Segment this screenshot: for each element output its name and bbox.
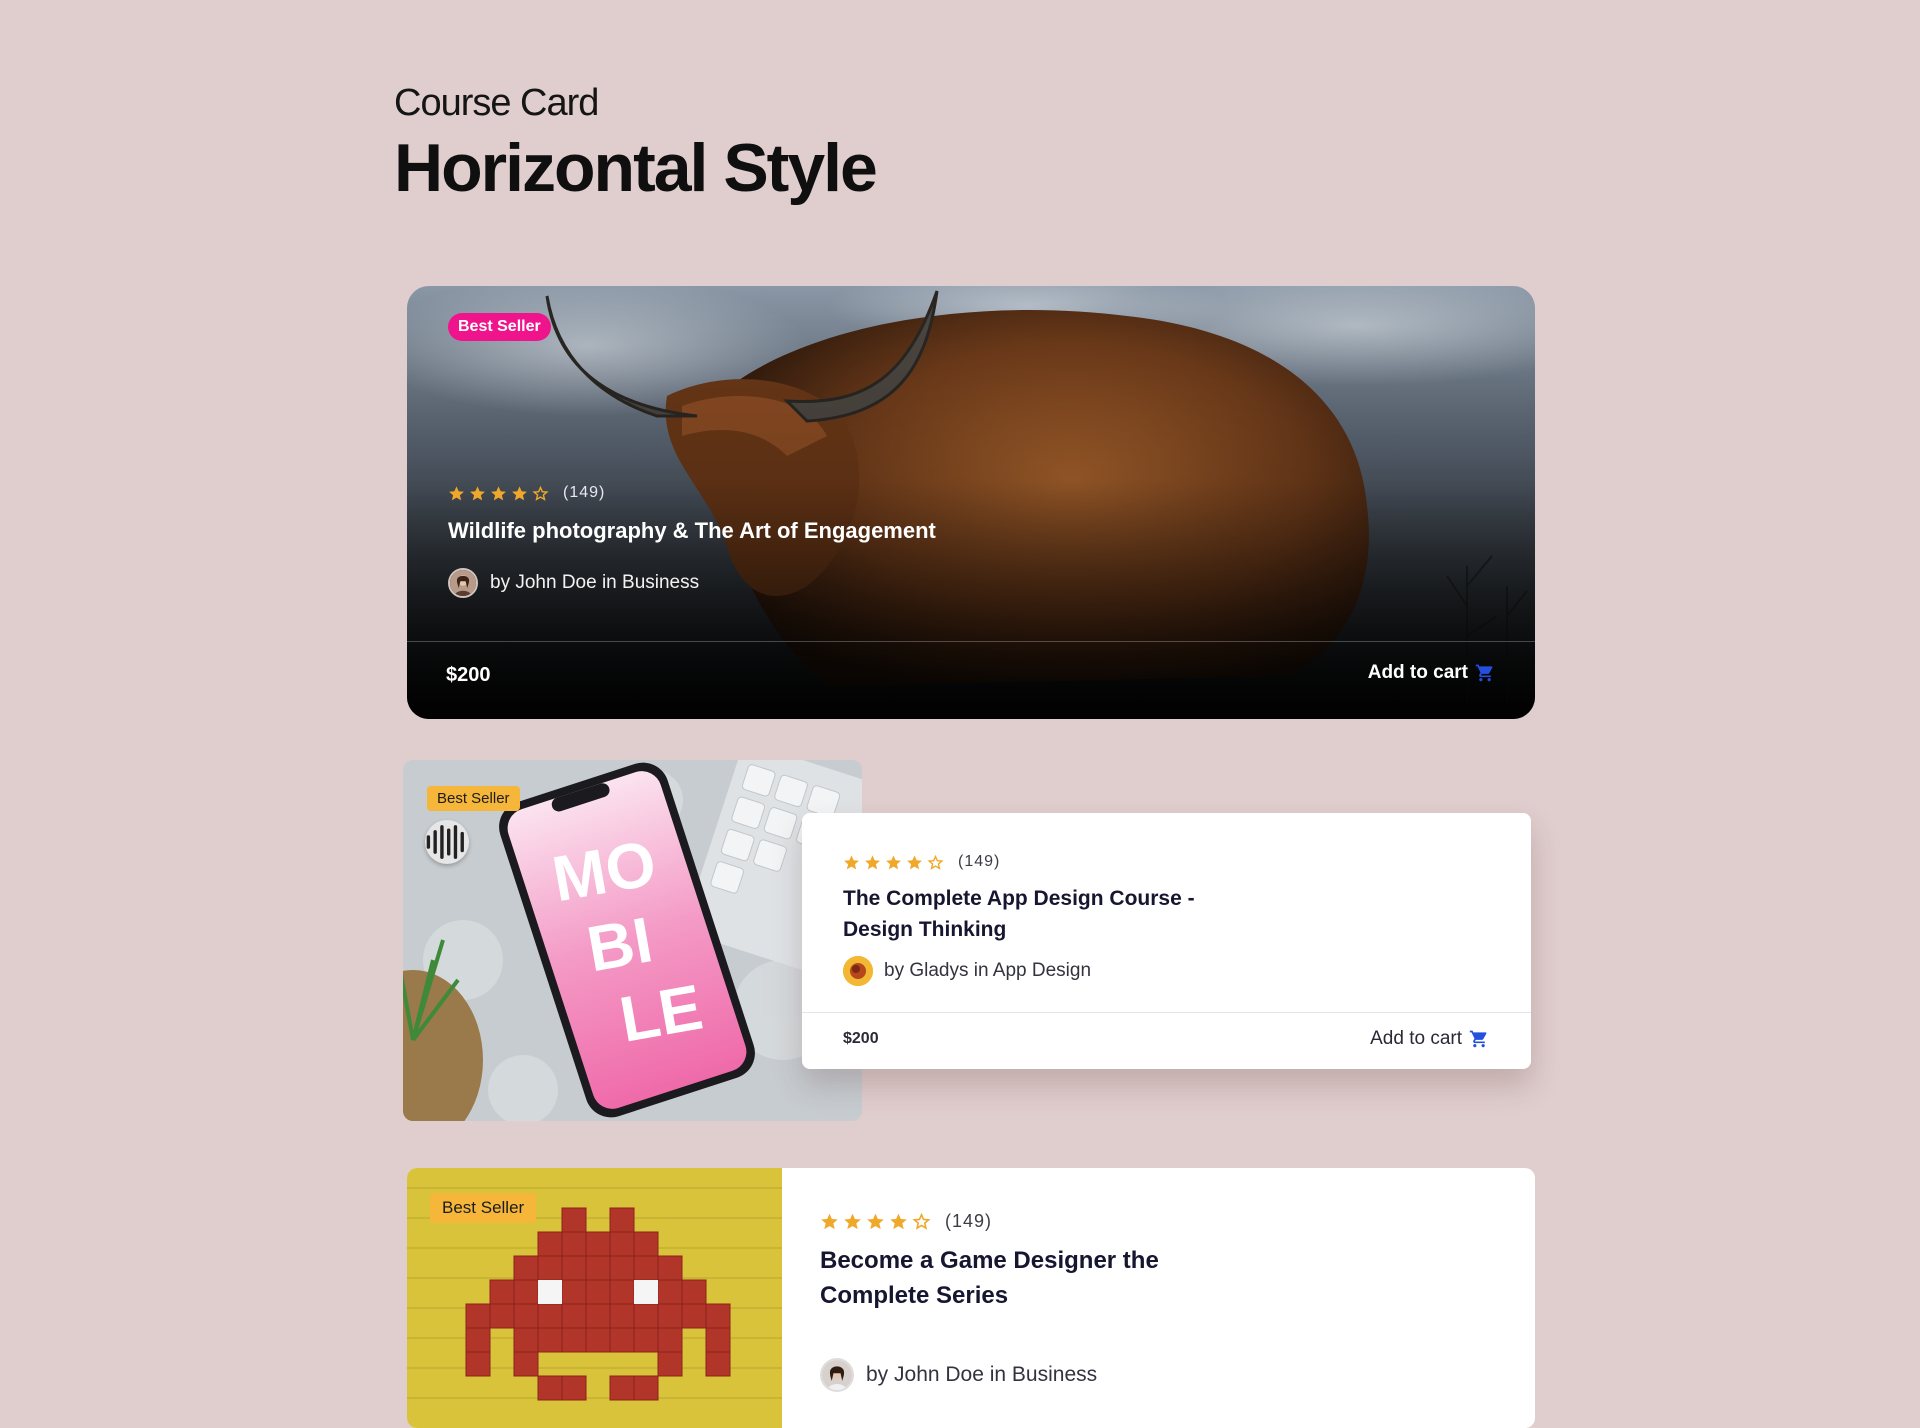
course-card-wildlife[interactable]: Best Seller (149) Wildlife photography &… [407, 286, 1535, 719]
rating-stars: (149) [820, 1211, 992, 1232]
rating-stars: (149) [448, 484, 605, 502]
author-byline: by John Doe in Business [866, 1363, 1098, 1386]
author-byline: by Gladys in App Design [884, 960, 1092, 981]
course-image-pixel-invader: Best Seller [407, 1168, 782, 1428]
author-byline: by John Doe in Business [490, 572, 700, 593]
page-title: Horizontal Style [394, 130, 878, 206]
course-image-mobile: MO BI LE Best Seller [403, 760, 862, 1121]
course-card-game-designer[interactable]: Best Seller (149) Become a Game Designer… [407, 1168, 1535, 1428]
add-to-cart-button[interactable]: Add to cart [1370, 1028, 1489, 1050]
star-icon [865, 854, 880, 869]
course-card-app-design[interactable]: (149) The Complete App Design Course - D… [802, 813, 1531, 1069]
best-seller-badge: Best Seller [448, 313, 551, 341]
star-icon [512, 485, 527, 500]
author-row: by Gladys in App Design [843, 956, 1091, 986]
star-icon [844, 854, 859, 869]
course-title[interactable]: Wildlife photography & The Art of Engage… [448, 518, 936, 544]
audio-button[interactable] [425, 820, 469, 864]
rating-stars: (149) [843, 853, 1000, 871]
best-seller-badge: Best Seller [430, 1193, 537, 1223]
shopping-cart-icon [1469, 1030, 1487, 1048]
page-eyebrow: Course Card [394, 82, 599, 124]
star-icon [844, 1213, 861, 1230]
author-row: by John Doe in Business [448, 568, 699, 598]
course-image-highland-cow [407, 286, 1535, 719]
page-header: Course Card Horizontal Style [394, 82, 878, 206]
card-divider [802, 1012, 1531, 1013]
add-to-cart-label: Add to cart [1370, 1028, 1462, 1049]
star-icon [890, 1213, 907, 1230]
star-outline-icon [927, 854, 944, 870]
soundwave-icon [426, 825, 464, 859]
price: $200 [446, 664, 491, 686]
star-icon [907, 854, 922, 869]
course-title[interactable]: Become a Game Designer the Complete Seri… [820, 1243, 1200, 1313]
add-to-cart-label: Add to cart [1367, 662, 1468, 683]
star-outline-icon [532, 485, 549, 501]
rating-count: (149) [563, 484, 606, 501]
add-to-cart-button[interactable]: Add to cart [1368, 662, 1495, 684]
author-row: by John Doe in Business [820, 1358, 1097, 1392]
shopping-cart-icon [1475, 664, 1493, 682]
rating-count: (149) [958, 853, 1001, 870]
star-icon [449, 485, 464, 500]
svg-text:BI: BI [582, 903, 658, 985]
avatar [843, 956, 873, 986]
rating-count: (149) [945, 1211, 993, 1231]
star-icon [470, 485, 485, 500]
avatar [820, 1358, 854, 1392]
star-icon [867, 1213, 884, 1230]
price: $200 [843, 1030, 879, 1047]
course-title[interactable]: The Complete App Design Course - Design … [843, 883, 1263, 945]
course-image-phone-mockup: MO BI LE [403, 760, 862, 1121]
star-icon [491, 485, 506, 500]
avatar [448, 568, 478, 598]
star-icon [821, 1213, 838, 1230]
card-divider [407, 641, 1535, 642]
star-outline-icon [912, 1212, 931, 1230]
svg-text:LE: LE [615, 971, 708, 1056]
best-seller-badge: Best Seller [427, 786, 520, 811]
star-icon [886, 854, 901, 869]
